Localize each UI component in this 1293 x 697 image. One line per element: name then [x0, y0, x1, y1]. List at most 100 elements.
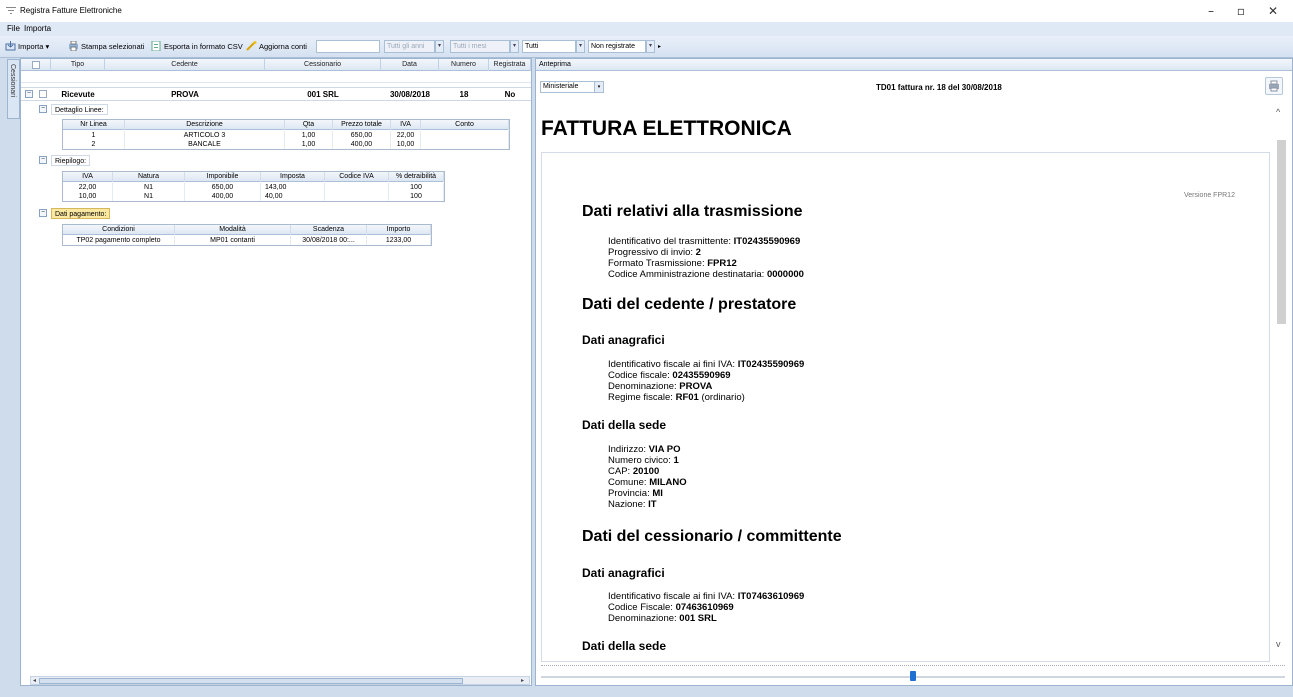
- pagamento-label[interactable]: Dati pagamento:: [51, 208, 111, 219]
- dettaglio-collapse-icon[interactable]: −: [39, 105, 47, 113]
- riepilogo-col-detraibilita[interactable]: % detraibilità: [389, 172, 444, 182]
- table-row[interactable]: − Ricevute PROVA 001 SRL 30/08/2018 18 N…: [21, 87, 531, 101]
- zoom-slider[interactable]: [541, 662, 1285, 684]
- dettaglio-cell[interactable]: [421, 140, 509, 149]
- info-line: Identificativo fiscale ai fini IVA: IT07…: [608, 591, 805, 602]
- maximize-button[interactable]: ▫: [1226, 2, 1256, 20]
- info-line: Identificativo fiscale ai fini IVA: IT02…: [608, 359, 805, 370]
- cell-numero: 18: [459, 90, 469, 99]
- header-data[interactable]: Data: [381, 59, 439, 71]
- tutti-dropdown-icon[interactable]: ▾: [576, 40, 585, 53]
- version-label: Versione FPR12: [1184, 192, 1235, 199]
- print-button[interactable]: [1265, 77, 1283, 95]
- header-cedente[interactable]: Cedente: [105, 59, 265, 71]
- dettaglio-col-prezzo[interactable]: Prezzo totale: [333, 120, 391, 130]
- aggiorna-conti-button[interactable]: Aggiorna conti: [246, 40, 307, 54]
- riepilogo-collapse-icon[interactable]: −: [39, 156, 47, 164]
- search-input[interactable]: [316, 40, 380, 53]
- stampa-button[interactable]: Stampa selezionati: [68, 40, 144, 54]
- dettaglio-label[interactable]: Dettaglio Linee:: [51, 104, 108, 115]
- anni-dropdown-icon[interactable]: ▾: [435, 40, 444, 53]
- grid-horizontal-scrollbar[interactable]: ◂ ▸: [30, 676, 530, 685]
- slider-ticks: [541, 665, 1285, 668]
- cell-tipo: Ricevute: [61, 90, 95, 99]
- riepilogo-col-imposta[interactable]: Imposta: [261, 172, 325, 182]
- scroll-left-icon[interactable]: ◂: [33, 677, 36, 684]
- close-button[interactable]: ✕: [1258, 2, 1288, 20]
- riepilogo-col-natura[interactable]: Natura: [113, 172, 185, 182]
- stato-select[interactable]: Non registrate: [588, 40, 646, 53]
- table-row[interactable]: 2 BANCALE 1,00 400,00 10,00: [63, 140, 509, 149]
- scroll-up-icon[interactable]: ^: [1276, 107, 1280, 117]
- riepilogo-col-imponibile[interactable]: Imponibile: [185, 172, 261, 182]
- info-line: Codice fiscale: 02435590969: [608, 370, 731, 381]
- scrollbar-thumb[interactable]: [39, 678, 463, 684]
- info-line: Indirizzo: VIA PO: [608, 444, 681, 455]
- style-select-value: Ministeriale: [543, 83, 579, 90]
- stato-dropdown-icon[interactable]: ▾: [646, 40, 655, 53]
- tutti-select[interactable]: Tutti: [522, 40, 576, 53]
- dettaglio-cell[interactable]: [421, 131, 509, 140]
- dettaglio-cell: 1,00: [285, 131, 333, 140]
- riepilogo-cell[interactable]: [325, 183, 389, 192]
- pagamento-col-scadenza[interactable]: Scadenza: [291, 225, 367, 235]
- riepilogo-cell: 10,00: [63, 192, 113, 201]
- table-row[interactable]: 10,00 N1 400,00 40,00 100: [63, 192, 444, 201]
- pagamento-cell: MP01 contanti: [175, 236, 291, 245]
- dettaglio-col-descrizione[interactable]: Descrizione: [125, 120, 285, 130]
- pagamento-col-modalita[interactable]: Modalità: [175, 225, 291, 235]
- pagamento-col-condizioni[interactable]: Condizioni: [63, 225, 175, 235]
- mesi-select[interactable]: Tutti i mesi: [450, 40, 510, 53]
- info-line: CAP: 20100: [608, 466, 660, 477]
- scroll-right-icon[interactable]: ▸: [521, 677, 524, 684]
- info-line: Identificativo del trasmittente: IT02435…: [608, 236, 801, 247]
- table-row[interactable]: 22,00 N1 650,00 143,00 100: [63, 183, 444, 192]
- header-registrata[interactable]: Registrata: [489, 59, 531, 71]
- toolbar-overflow-icon[interactable]: ▸: [658, 40, 661, 54]
- riepilogo-label[interactable]: Riepilogo:: [51, 155, 91, 166]
- riepilogo-col-iva[interactable]: IVA: [63, 172, 113, 182]
- header-selector[interactable]: [21, 59, 51, 71]
- importa-button[interactable]: Importa ▾: [5, 40, 49, 54]
- minimize-button[interactable]: –: [1196, 2, 1226, 20]
- header-numero[interactable]: Numero: [439, 59, 489, 71]
- subsection-anagrafici: Dati anagrafici: [582, 333, 665, 347]
- scrollbar-thumb[interactable]: [1277, 140, 1286, 324]
- riepilogo-cell[interactable]: [325, 192, 389, 201]
- riepilogo-col-codice[interactable]: Codice IVA: [325, 172, 389, 182]
- dettaglio-col-conto[interactable]: Conto: [421, 120, 509, 130]
- table-row[interactable]: 1 ARTICOLO 3 1,00 650,00 22,00: [63, 131, 509, 140]
- dettaglio-cell: 22,00: [391, 131, 421, 140]
- preview-panel: Anteprima Ministeriale ▾ TD01 fattura nr…: [535, 58, 1293, 686]
- menu-importa[interactable]: Importa: [24, 24, 51, 33]
- anni-select[interactable]: Tutti gli anni: [384, 40, 435, 53]
- preview-vertical-scrollbar[interactable]: ^ v: [1276, 99, 1288, 659]
- riepilogo-cell: 22,00: [63, 183, 113, 192]
- dettaglio-col-iva[interactable]: IVA: [391, 120, 421, 130]
- style-select[interactable]: Ministeriale ▾: [540, 81, 604, 93]
- print-icon: [69, 41, 78, 51]
- pagamento-col-importo[interactable]: Importo: [367, 225, 431, 235]
- dettaglio-col-nr[interactable]: Nr Linea: [63, 120, 125, 130]
- row-checkbox[interactable]: [39, 90, 47, 98]
- pagamento-cell: 30/08/2018 00:...: [291, 236, 367, 245]
- cessionari-tab-label: Cessionari: [9, 64, 16, 98]
- preview-tab[interactable]: Anteprima: [536, 59, 1292, 71]
- scroll-down-icon[interactable]: v: [1276, 639, 1281, 649]
- menu-file[interactable]: File: [7, 24, 20, 33]
- header-cessionario[interactable]: Cessionario: [265, 59, 381, 71]
- esporta-csv-button[interactable]: Esporta in formato CSV: [151, 40, 243, 54]
- collapse-icon[interactable]: −: [25, 90, 33, 98]
- pagamento-collapse-icon[interactable]: −: [39, 209, 47, 217]
- header-tipo[interactable]: Tipo: [51, 59, 105, 71]
- chevron-down-icon[interactable]: ▾: [594, 82, 603, 92]
- grid-header: Tipo Cedente Cessionario Data Numero Reg…: [21, 59, 531, 71]
- cessionari-side-tab[interactable]: Cessionari: [7, 59, 20, 119]
- table-row[interactable]: TP02 pagamento completo MP01 contanti 30…: [63, 236, 431, 245]
- select-all-checkbox[interactable]: [32, 61, 40, 69]
- mesi-dropdown-icon[interactable]: ▾: [510, 40, 519, 53]
- dettaglio-col-qta[interactable]: Qta: [285, 120, 333, 130]
- grid-filter-row[interactable]: [21, 71, 531, 83]
- dettaglio-cell: 10,00: [391, 140, 421, 149]
- slider-knob[interactable]: [910, 671, 916, 681]
